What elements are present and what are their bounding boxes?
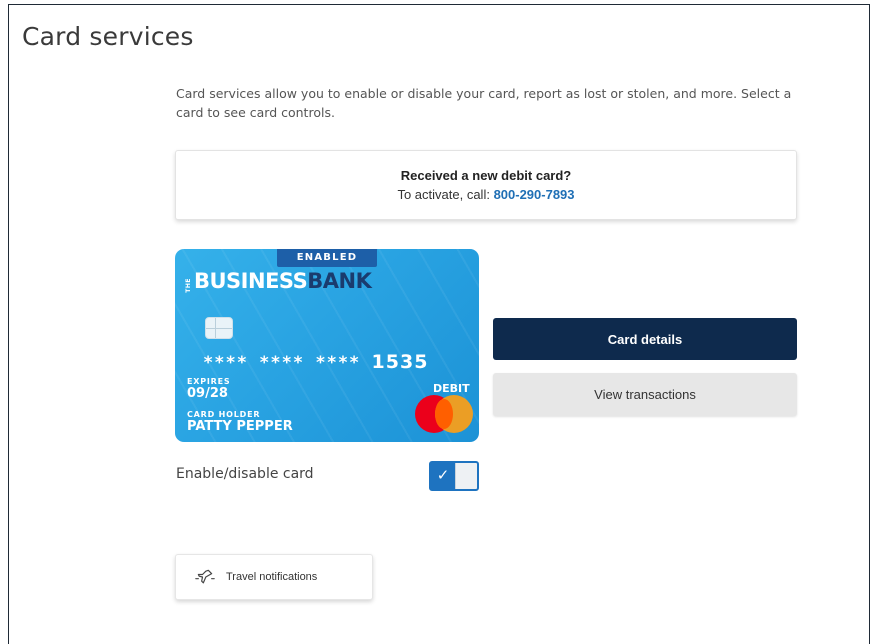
enable-card-label: Enable/disable card — [176, 466, 314, 482]
debit-card[interactable]: ENABLED THE BUSINESS BANK **** **** ****… — [175, 249, 479, 442]
mastercard-logo-icon — [415, 395, 475, 435]
travel-notifications-label: Travel notifications — [226, 571, 318, 583]
toggle-knob — [455, 463, 477, 489]
activation-notice: Received a new debit card? To activate, … — [175, 150, 797, 220]
status-badge: ENABLED — [277, 249, 377, 267]
intro-text: Card services allow you to enable or dis… — [176, 86, 792, 120]
expires-value: 09/28 — [187, 386, 228, 401]
activation-phone-link[interactable]: 800-290-7893 — [494, 187, 575, 202]
airplane-icon — [195, 569, 215, 584]
enable-card-toggle[interactable]: ✓ — [429, 461, 479, 491]
view-transactions-button[interactable]: View transactions — [493, 373, 797, 416]
notice-title: Received a new debit card? — [400, 168, 572, 183]
holder-name: PATTY PEPPER — [187, 419, 293, 434]
brand-part2: BANK — [307, 269, 372, 293]
card-number: **** **** **** 1535 — [203, 351, 428, 373]
card-chip-icon — [205, 317, 233, 339]
brand-part1: BUSINESS — [194, 269, 308, 293]
notice-prefix: To activate, call: — [397, 187, 494, 202]
card-type-label: DEBIT — [433, 382, 470, 395]
card-details-button[interactable]: Card details — [493, 318, 797, 360]
holder-label: CARD HOLDER — [187, 410, 261, 419]
travel-notifications-button[interactable]: Travel notifications — [175, 554, 373, 600]
notice-line: To activate, call: 800-290-7893 — [176, 187, 796, 202]
brand-prefix: THE — [185, 278, 192, 293]
expires-label: EXPIRES — [187, 377, 231, 386]
mastercard-overlap — [435, 399, 453, 429]
masked-number: **** **** **** — [203, 353, 372, 373]
checkmark-icon: ✓ — [436, 467, 450, 484]
page-title: Card services — [22, 22, 194, 51]
bank-logo: THE BUSINESS BANK — [185, 269, 372, 293]
card-last4: 1535 — [371, 351, 429, 373]
